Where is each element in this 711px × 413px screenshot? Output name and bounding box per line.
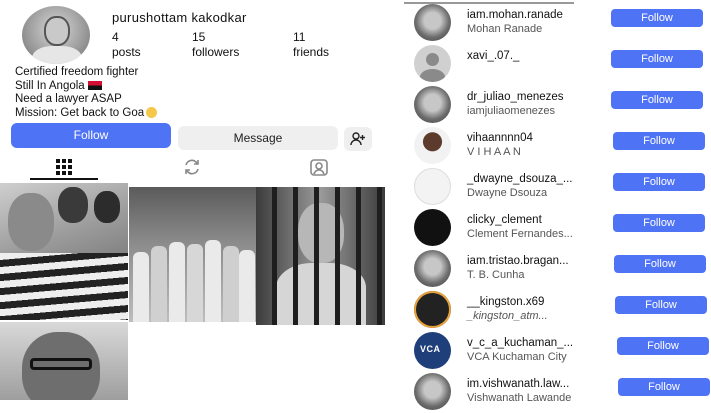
follower-name: V I H A A N [467,146,521,158]
stat-followers-value: 15 [192,30,206,44]
list-item: im.vishwanath.law... Vishwanath Lawande … [398,372,711,413]
follower-name: Mohan Ranade [467,23,543,35]
follower-username[interactable]: iam.tristao.bragan... [467,255,569,267]
follow-button[interactable]: Follow [614,255,706,273]
follower-username[interactable]: __kingston.x69 [467,296,544,308]
tab-tagged[interactable] [308,156,330,178]
stat-followers-label: followers [192,45,240,59]
avatar[interactable] [414,168,451,205]
post-photo-2[interactable] [129,187,256,322]
bio-line: Certified freedom fighter [15,66,139,78]
avatar[interactable] [414,373,451,410]
stat-posts[interactable]: 4 posts [112,30,141,60]
follower-name: T. B. Cunha [467,269,525,281]
active-tab-indicator [30,178,98,180]
follow-button[interactable]: Follow [613,214,705,232]
bio-line-wrap: Mission: Get back to Goa [15,106,158,121]
tab-grid[interactable] [53,156,75,178]
message-button[interactable]: Message [178,126,338,150]
avatar[interactable] [414,127,451,164]
follower-username[interactable]: im.vishwanath.law... [467,378,569,390]
stat-posts-label: posts [112,45,141,59]
tagged-icon [310,159,328,176]
list-item: iam.tristao.bragan... T. B. Cunha Follow [398,249,711,290]
follow-button[interactable]: Follow [613,132,705,150]
post-photo-1[interactable] [0,183,128,320]
follower-username[interactable]: iam.mohan.ranade [467,9,563,21]
list-item: VCA v_c_a_kuchaman_... VCA Kuchaman City… [398,331,711,372]
follower-name: iamjuliaomenezes [467,105,556,117]
stat-followers[interactable]: 15 followers [192,30,239,60]
avatar[interactable] [414,4,451,41]
stat-friends-value: 11 [293,30,306,44]
angola-flag-icon [87,80,102,90]
post-photo-4[interactable] [0,322,128,400]
follower-name: Vishwanath Lawande [467,392,572,404]
avatar[interactable] [414,86,451,123]
stat-posts-value: 4 [112,30,119,44]
followers-list: iam.mohan.ranade Mohan Ranade Follow xav… [398,0,711,410]
avatar[interactable] [414,209,451,246]
follower-username[interactable]: clicky_clement [467,214,542,226]
add-user-icon [350,132,365,146]
list-item: _dwayne_dsouza_... Dwayne Dsouza Follow [398,167,711,208]
list-item: dr_juliao_menezes iamjuliaomenezes Follo… [398,85,711,126]
follower-name: _kingston_atm... [467,310,548,322]
follow-button[interactable]: Follow [615,296,707,314]
follower-name: Dwayne Dsouza [467,187,548,199]
follow-button[interactable]: Follow [611,91,703,109]
follow-button[interactable]: Follow [613,173,705,191]
avatar[interactable] [414,291,451,328]
pleading-face-icon [146,106,158,118]
follow-button[interactable]: Follow [611,50,703,68]
bio-line-wrap: Still In Angola [15,80,157,94]
follow-button[interactable]: Follow [618,378,710,396]
bio-line: Mission: Get back to Goa [15,106,145,119]
stat-friends[interactable]: 11 friends [293,30,329,60]
bio-line: Still In Angola [15,79,85,92]
list-item: clicky_clement Clement Fernandes... Foll… [398,208,711,249]
list-item: xavi_.07._ Follow [398,44,711,85]
list-item: vihaannnn04 V I H A A N Follow [398,126,711,167]
list-item: iam.mohan.ranade Mohan Ranade Follow [398,3,711,44]
grid-icon [56,159,72,175]
tab-reels[interactable] [181,156,203,178]
profile-avatar[interactable] [22,6,90,64]
follower-name: Clement Fernandes... [467,228,573,240]
add-user-button[interactable] [344,127,372,151]
stat-friends-label: friends [293,45,330,59]
follower-username[interactable]: dr_juliao_menezes [467,91,564,103]
follower-name: VCA Kuchaman City [467,351,567,363]
avatar[interactable] [414,250,451,287]
list-item: __kingston.x69 _kingston_atm... Follow [398,290,711,331]
vca-logo-icon: VCA [420,344,441,354]
follower-username[interactable]: _dwayne_dsouza_... [467,173,573,185]
follower-username[interactable]: v_c_a_kuchaman_... [467,337,573,349]
follow-button[interactable]: Follow [611,9,703,27]
follower-username[interactable]: xavi_.07._ [467,50,519,62]
profile-username: purushottam kakodkar [112,10,247,25]
follower-username[interactable]: vihaannnn04 [467,132,533,144]
profile-tabs [0,152,385,180]
follow-button[interactable]: Follow [617,337,709,355]
avatar[interactable]: VCA [414,332,451,369]
post-photo-3[interactable] [256,187,385,325]
follow-button[interactable]: Follow [11,123,171,148]
profile-panel: purushottam kakodkar 4 posts 15 follower… [0,0,385,400]
bio-line: Need a lawyer ASAP [15,93,122,105]
repost-icon [185,159,199,175]
profile-bio: Certified freedom fighter Still In Angol… [15,66,158,121]
avatar[interactable] [414,45,451,82]
